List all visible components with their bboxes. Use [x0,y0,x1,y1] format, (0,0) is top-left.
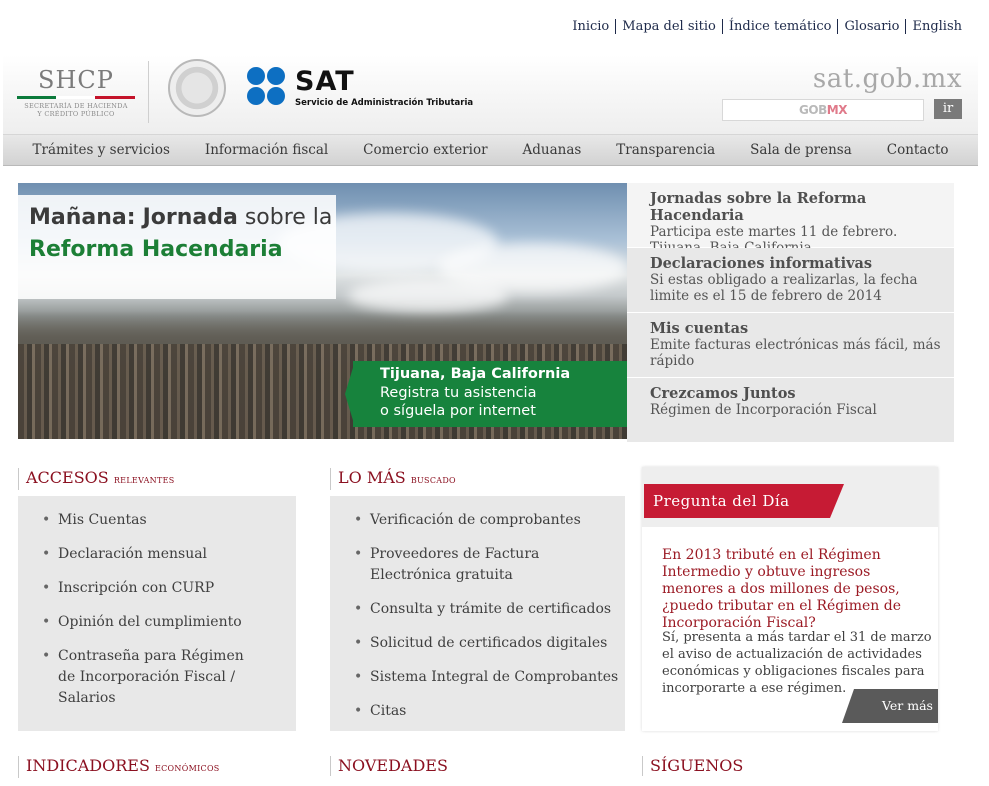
link-indice-tematico[interactable]: Índice temático [721,19,838,34]
accesos-link-opinion-cumplimiento[interactable]: Opinión del cumplimiento [18,612,296,633]
logo-divider [148,61,149,123]
search-button[interactable]: ir [934,99,962,119]
news-item-title: Crezcamos Juntos [650,385,796,402]
buscado-link-proveedores[interactable]: Proveedores de Factura Electrónica gratu… [330,544,550,586]
news-item-desc: Régimen de Incorporación Fiscal [650,402,877,418]
buscado-heading-main: LO MÁS [338,468,406,487]
accesos-link-contrasena-rif[interactable]: Contraseña para Régimen de Incorporación… [18,646,248,709]
news-item-desc: Emite facturas electrónicas más fácil, m… [650,337,941,369]
nav-sala-de-prensa[interactable]: Sala de prensa [750,142,852,158]
buscado-link-consulta-certificados[interactable]: Consulta y trámite de certificados [330,599,625,620]
buscado-heading-small: buscado [410,473,456,486]
top-utility-links: Inicio Mapa del sitio Índice temático Gl… [566,19,962,34]
hero-banner[interactable]: Mañana: Jornada sobre la Reforma Hacenda… [18,183,627,439]
banner-headline-manana: Mañana: [29,205,136,230]
pregunta-del-dia: Pregunta del Día En 2013 tributé en el R… [642,467,938,731]
sat-wordmark: SAT [295,66,355,97]
news-item[interactable]: Declaraciones informativas Si estas obli… [627,248,954,312]
banner-headline-line1: Mañana: Jornada sobre la [29,205,332,230]
buscado-link-citas[interactable]: Citas [330,701,625,722]
novedades-heading: NOVEDADES [330,756,448,776]
indicadores-heading: INDICADORES económicos [18,756,220,778]
banner-cta-line1: Registra tu asistencia [380,385,537,401]
siguenos-heading: SÍGUENOS [642,756,743,776]
news-item-title: Jornadas sobre la Reforma Hacendaria [650,190,867,224]
buscado-link-verificacion[interactable]: Verificación de comprobantes [330,510,625,531]
news-item-title: Declaraciones informativas [650,255,873,272]
news-item[interactable]: Mis cuentas Emite facturas electrónicas … [627,313,954,377]
news-item-desc: Si estas obligado a realizarlas, la fech… [650,272,918,304]
accesos-heading-small: relevantes [113,473,175,486]
nav-contacto[interactable]: Contacto [887,142,949,158]
nav-informacion-fiscal[interactable]: Información fiscal [205,142,328,158]
nav-transparencia[interactable]: Transparencia [616,142,715,158]
main-nav: Trámites y servicios Información fiscal … [3,135,978,166]
accesos-heading-main: ACCESOS [26,468,109,487]
search-placeholder-mx: MX [826,103,848,117]
banner-location: Tijuana, Baja California [380,366,571,382]
ver-mas-button[interactable]: Ver más + [842,689,938,723]
link-inicio[interactable]: Inicio [566,19,615,34]
buscado-link-solicitud-certificados[interactable]: Solicitud de certificados digitales [330,633,625,654]
shcp-subtitle-1: SECRETARÍA DE HACIENDA [24,102,128,110]
link-english[interactable]: English [905,19,962,34]
shcp-logo[interactable]: SHCP SECRETARÍA DE HACIENDA Y CRÉDITO PÚ… [17,67,135,118]
search-input[interactable]: GOBMX [722,99,924,121]
news-item-title: Mis cuentas [650,320,749,337]
site-header: SHCP SECRETARÍA DE HACIENDA Y CRÉDITO PÚ… [3,55,978,135]
search-placeholder-gob: GOB [799,103,827,117]
banner-headline-line2: Reforma Hacendaria [29,237,283,262]
link-mapa-del-sitio[interactable]: Mapa del sitio [615,19,722,34]
buscado-heading: LO MÁS buscado [330,468,456,490]
banner-cloud [348,278,508,313]
banner-cta-line2: o síguela por internet [380,403,536,419]
sat-logo-icon[interactable] [247,67,287,107]
sat-subtitle: Servicio de Administración Tributaria [295,98,474,108]
nav-comercio-exterior[interactable]: Comercio exterior [363,142,487,158]
accesos-link-declaracion-mensual[interactable]: Declaración mensual [18,544,296,565]
indicadores-heading-main: INDICADORES [26,756,150,775]
link-glosario[interactable]: Glosario [837,19,905,34]
pregunta-question[interactable]: En 2013 tributé en el Régimen Intermedio… [662,547,932,632]
shcp-wordmark: SHCP [38,66,114,94]
news-item[interactable]: Crezcamos Juntos Régimen de Incorporació… [627,378,954,442]
nav-aduanas[interactable]: Aduanas [523,142,582,158]
pregunta-answer: Sí, presenta a más tardar el 31 de marzo… [662,630,932,696]
shcp-flag-bar [17,96,135,99]
accesos-link-mis-cuentas[interactable]: Mis Cuentas [18,510,296,531]
indicadores-heading-small: económicos [155,761,220,774]
site-domain: sat.gob.mx [812,64,962,94]
shcp-subtitle-2: Y CRÉDITO PÚBLICO [37,110,115,118]
banner-headline-jornada: Jornada [142,205,238,230]
nav-tramites-y-servicios[interactable]: Trámites y servicios [32,142,169,158]
pregunta-title: Pregunta del Día [644,484,844,518]
accesos-link-inscripcion-curp[interactable]: Inscripción con CURP [18,578,296,599]
banner-news-list: Jornadas sobre la Reforma Hacendaria Par… [627,183,954,442]
banner-headline-rest: sobre la [244,205,333,230]
accesos-heading: ACCESOS relevantes [18,468,175,490]
buscado-link-sistema-integral[interactable]: Sistema Integral de Comprobantes [330,667,625,688]
accesos-panel: Mis Cuentas Declaración mensual Inscripc… [18,496,296,731]
buscado-panel: Verificación de comprobantes Proveedores… [330,496,625,731]
news-item[interactable]: Jornadas sobre la Reforma Hacendaria Par… [627,183,954,256]
mexico-seal-icon [168,59,226,117]
